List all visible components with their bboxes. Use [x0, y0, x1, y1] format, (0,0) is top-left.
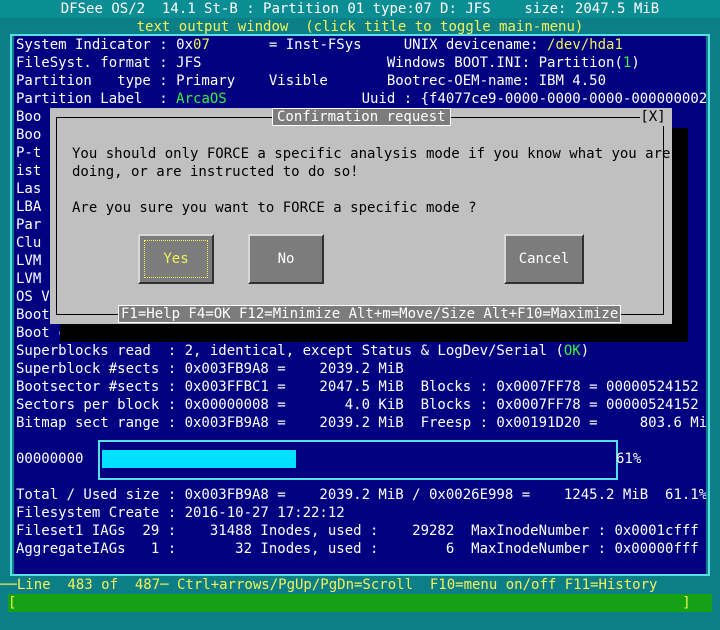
progress-frame	[98, 440, 618, 480]
window-title[interactable]: DFSee OS/2 14.1 St-B : Partition 01 type…	[0, 0, 720, 18]
summary-row: Total / Used size : 0x003FB9A8 = 2039.2 …	[16, 487, 706, 503]
progress-fill	[102, 450, 296, 468]
info-text: Partition type : Primary Visible Bootrec…	[16, 73, 607, 89]
info-text: Clu	[16, 235, 42, 251]
focus-ring	[144, 240, 208, 278]
cancel-button-label: Cancel	[518, 251, 570, 267]
info-text: = Inst-FSys UNIX devicename:	[209, 37, 548, 53]
no-button-label: No	[277, 251, 295, 267]
info-text: Uuid : {f4077ce9-0000-0000-0000-00000000…	[226, 91, 706, 107]
close-icon[interactable]: [X]	[640, 108, 666, 126]
info-text: Superblock #sects : 0x003FB9A8 = 2039.2 …	[16, 361, 404, 377]
summary-row: AggregateIAGs 1 : 32 Inodes, used : 6 Ma…	[16, 541, 699, 557]
info-text: Las	[16, 181, 42, 197]
info-text: )	[580, 343, 590, 359]
info-row: LBA	[16, 198, 41, 216]
info-text: Superblocks read : 2, identical, except …	[16, 343, 564, 359]
info-row: OS V	[16, 288, 50, 306]
command-input[interactable]: [ ]	[8, 594, 712, 612]
info-row: Bitmap sect range : 0x003FB9A8 = 2039.2 …	[16, 414, 706, 432]
summary-row: Fileset1 IAGs 29 : 31488 Inodes, used : …	[16, 523, 699, 539]
info-row: Sectors per block : 0x00000008 = 4.0 KiB…	[16, 396, 699, 414]
info-row: LVM	[16, 270, 41, 288]
info-text: LBA	[16, 199, 42, 215]
info-text: Boo	[16, 109, 42, 125]
dialog-message-line2: doing, or are instructed to do so!	[72, 164, 359, 180]
info-text: Sectors per block : 0x00000008 = 4.0 KiB…	[16, 397, 699, 413]
info-text: 07	[193, 37, 210, 53]
yes-button[interactable]: Yes	[138, 234, 214, 284]
info-row: Las	[16, 180, 41, 198]
info-text: LVM	[16, 271, 42, 287]
info-text: FileSyst. format : JFS Windows BOOT.INI:…	[16, 55, 623, 71]
no-button[interactable]: No	[248, 234, 324, 284]
info-row: Bootsector #sects : 0x003FFBC1 = 2047.5 …	[16, 378, 699, 396]
info-text: OS V	[16, 289, 50, 305]
info-text: Boot	[16, 307, 50, 323]
info-text: Par	[16, 217, 42, 233]
info-row: Par	[16, 216, 41, 234]
info-row: Superblock #sects : 0x003FB9A8 = 2039.2 …	[16, 360, 404, 378]
info-row: System Indicator : 0x07 = Inst-FSys UNIX…	[16, 36, 623, 54]
info-text: Bootsector #sects : 0x003FFBC1 = 2047.5 …	[16, 379, 699, 395]
info-text: /dev/hda1	[547, 37, 623, 53]
info-text: System Indicator : 0x	[16, 37, 194, 53]
info-row: P-t	[16, 144, 41, 162]
info-text: Partition Label :	[16, 91, 177, 107]
dialog-title[interactable]: Confirmation request	[272, 108, 451, 126]
info-text: Bitmap sect range : 0x003FB9A8 = 2039.2 …	[16, 415, 706, 431]
info-row: ist	[16, 162, 41, 180]
info-row: Partition type : Primary Visible Bootrec…	[16, 72, 606, 90]
info-row: FileSyst. format : JFS Windows BOOT.INI:…	[16, 54, 640, 72]
dialog-help-bar: F1=Help F4=OK F12=Minimize Alt+m=Move/Si…	[118, 305, 622, 323]
info-text: )	[631, 55, 640, 71]
confirmation-dialog: Confirmation request [X] You should only…	[50, 108, 672, 324]
info-row: Boo	[16, 108, 41, 126]
info-text: Boo	[16, 127, 42, 143]
info-text: P-t	[16, 145, 42, 161]
info-text: LVM	[16, 253, 42, 269]
info-row: LVM	[16, 252, 41, 270]
progress-percent-label: 61%	[616, 451, 642, 467]
info-row: Clu	[16, 234, 41, 252]
info-row: Superblocks read : 2, identical, except …	[16, 342, 589, 360]
info-text: OK	[563, 343, 581, 359]
info-text: ist	[16, 163, 42, 179]
cancel-button[interactable]: Cancel	[504, 234, 584, 284]
info-text: ArcaOS	[176, 91, 227, 107]
status-line: ──Line 483 of 487─ Ctrl+arrows/PgUp/PgDn…	[0, 577, 658, 593]
summary-row: Filesystem Create : 2016-10-27 17:22:12	[16, 505, 345, 521]
info-row: Boo	[16, 126, 41, 144]
dialog-message-line1: You should only FORCE a specific analysi…	[72, 146, 671, 162]
info-row: Partition Label : ArcaOS Uuid : {f4077ce…	[16, 90, 706, 108]
info-row: Boot	[16, 306, 50, 324]
dialog-question: Are you sure you want to FORCE a specifi…	[72, 200, 477, 216]
progress-start-label: 00000000	[16, 451, 84, 467]
